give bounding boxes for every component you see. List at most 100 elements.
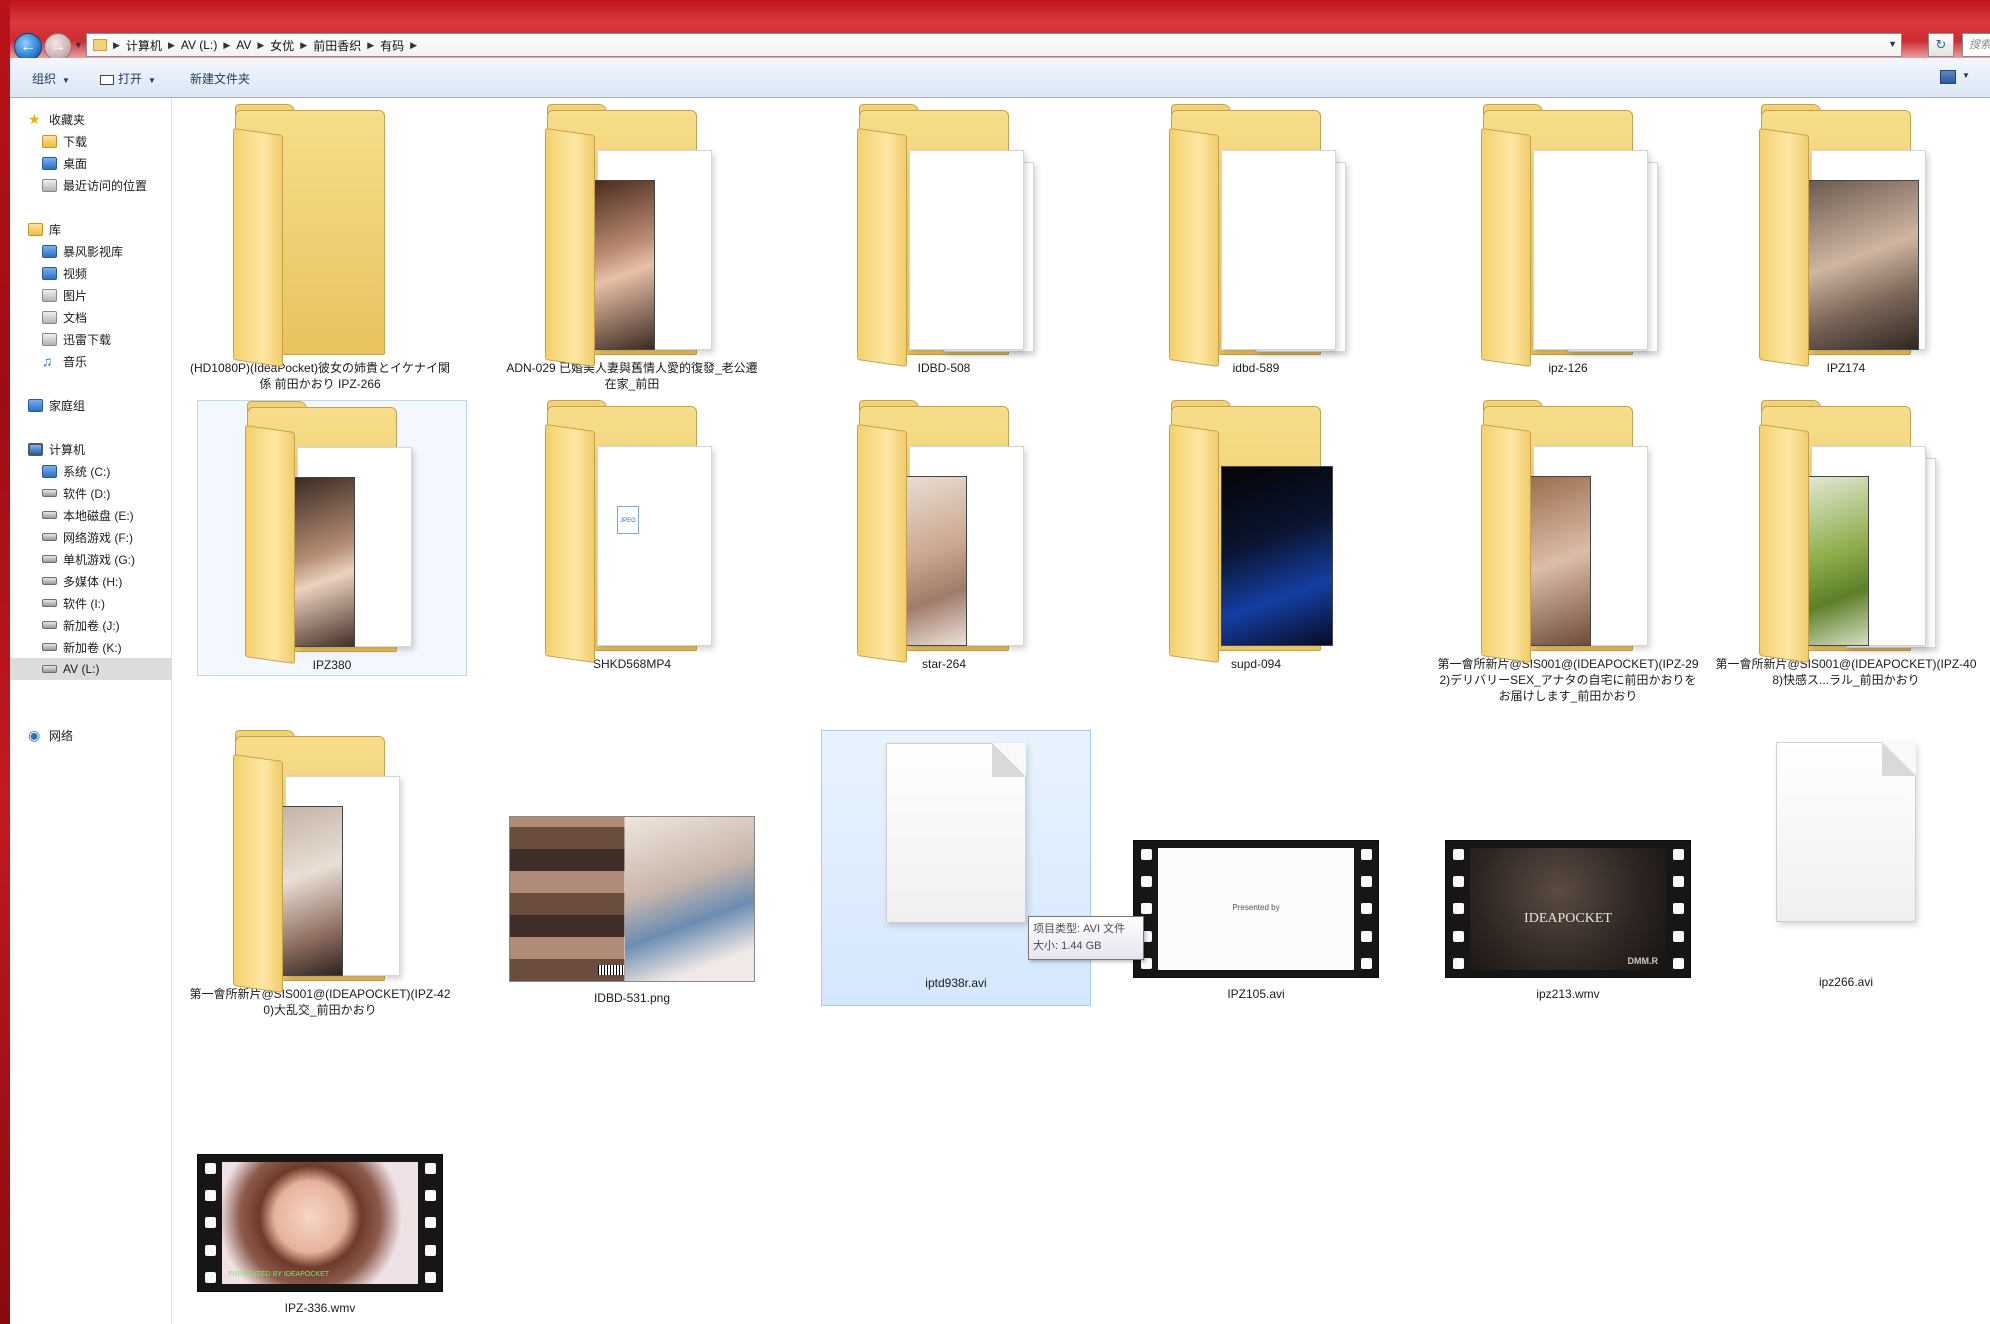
nav-drive-l[interactable]: AV (L:) [10,658,172,680]
nav-computer[interactable]: 计算机 [10,438,172,460]
documents-icon [42,310,57,324]
recent-pages-dropdown-icon[interactable]: ▼ [74,40,84,50]
nav-drive-h[interactable]: 多媒体 (H:) [10,570,172,592]
folder-icon [849,104,1039,368]
nav-label: 网络游戏 (F:) [63,530,133,545]
nav-desktop[interactable]: 桌面 [10,152,172,174]
folder-item[interactable]: supd-094 [1121,400,1391,672]
nav-label: 迅雷下载 [63,332,112,347]
nav-homegroup[interactable]: 家庭组 [10,394,172,416]
nav-label: 收藏夹 [49,112,86,127]
breadcrumb-drive[interactable]: AV (L:) [175,38,223,52]
item-name: ipz213.wmv [1536,987,1600,1001]
thunder-downloads-icon [42,332,57,346]
video-file-item[interactable]: PRESENTED BY IDEAPOCKET IPZ-336.wmv [185,1154,455,1316]
organize-button[interactable]: 组织 ▼ [32,70,70,87]
homegroup-icon [28,398,43,412]
nav-drive-j[interactable]: 新加卷 (J:) [10,614,172,636]
refresh-button[interactable]: ↻ [1928,33,1954,57]
address-history-dropdown-icon[interactable]: ▼ [1888,39,1897,49]
chevron-right-icon[interactable]: ▶ [113,40,120,51]
file-item-selected[interactable]: iptd938r.avi [821,730,1091,1006]
breadcrumb-av[interactable]: AV [230,38,257,52]
chevron-right-icon[interactable]: ▶ [410,40,417,51]
folder-icon [1161,400,1351,664]
nav-label: 软件 (I:) [63,596,105,611]
nav-thunder-downloads[interactable]: 迅雷下载 [10,328,172,350]
video-file-item[interactable]: Presented by IPZ105.avi [1121,840,1391,1002]
music-note-icon: ♫ [42,353,53,369]
view-options-dropdown-icon[interactable]: ▼ [1962,71,1970,80]
folder-item[interactable]: 第一會所新片@SIS001@(IDEAPOCKET)(IPZ-292)デリバリー… [1433,400,1703,704]
change-view-icon[interactable] [1940,70,1956,84]
chevron-right-icon[interactable]: ▶ [223,40,230,51]
chevron-right-icon[interactable]: ▶ [257,40,264,51]
folder-icon [849,400,1039,664]
folder-item[interactable]: JPEG SHKD568MP4 [497,400,767,672]
nav-documents[interactable]: 文档 [10,306,172,328]
nav-videos[interactable]: 视频 [10,262,172,284]
new-folder-button[interactable]: 新建文件夹 [190,70,250,87]
image-file-item[interactable]: IDBD-531.png [497,816,767,1006]
nav-drive-e[interactable]: 本地磁盘 (E:) [10,504,172,526]
open-label: 打开 [118,72,143,86]
folder-item[interactable]: IPZ174 [1711,104,1981,376]
nav-downloads[interactable]: 下载 [10,130,172,152]
image-file-icon: JPEG [617,506,639,534]
item-name: IPZ105.avi [1227,987,1285,1001]
search-input[interactable]: 搜索 [1962,33,1990,57]
nav-baofeng-library[interactable]: 暴风影视库 [10,240,172,262]
video-file-item[interactable]: IDEAPOCKET DMM.R ipz213.wmv [1433,840,1703,1002]
folder-item[interactable]: 第一會所新片@SIS001@(IDEAPOCKET)(IPZ-420)大乱交_前… [185,730,455,1018]
nav-drive-c[interactable]: 系统 (C:) [10,460,172,482]
folder-item[interactable]: IPZ380 [197,400,467,676]
drive-icon [42,489,57,497]
back-button[interactable]: ← [14,33,42,61]
nav-label: 视频 [63,266,88,281]
nav-drive-g[interactable]: 单机游戏 (G:) [10,548,172,570]
nav-network[interactable]: ◉ 网络 [10,724,172,746]
nav-favorites[interactable]: ★ 收藏夹 [10,108,172,130]
folder-icon [225,104,415,368]
folder-item[interactable]: idbd-589 [1121,104,1391,376]
address-bar[interactable]: ▶ 计算机 ▶ AV (L:) ▶ AV ▶ 女优 ▶ 前田香织 ▶ 有码 ▶ … [86,33,1902,57]
breadcrumb-actress[interactable]: 前田香织 [307,37,367,54]
chevron-right-icon[interactable]: ▶ [367,40,374,51]
videos-icon [42,266,57,280]
nav-label: 文档 [63,310,88,325]
folder-item[interactable]: IDBD-508 [809,104,1079,376]
nav-drive-i[interactable]: 软件 (I:) [10,592,172,614]
desktop-icon [42,156,57,170]
pictures-icon [42,288,57,302]
breadcrumb-current[interactable]: 有码 [374,37,410,54]
item-name: SHKD568MP4 [592,657,672,671]
drive-icon [42,533,57,541]
nav-drive-f[interactable]: 网络游戏 (F:) [10,526,172,548]
nav-recent-places[interactable]: 最近访问的位置 [10,174,172,196]
item-name: 第一會所新片@SIS001@(IDEAPOCKET)(IPZ-408)快感ス..… [1715,657,1977,687]
cover-thumbnail [1807,476,1869,646]
folder-item[interactable]: ipz-126 [1433,104,1703,376]
folder-item[interactable]: ADN-029 已婚美人妻與舊情人愛的復發_老公遷在家_前田 [497,104,767,392]
nav-music[interactable]: ♫ 音乐 [10,350,172,372]
chevron-right-icon[interactable]: ▶ [168,40,175,51]
video-library-icon [42,244,57,258]
chevron-right-icon[interactable]: ▶ [300,40,307,51]
breadcrumb-computer[interactable]: 计算机 [120,37,168,54]
item-name: ipz-126 [1548,361,1588,375]
breadcrumb-actresses[interactable]: 女优 [264,37,300,54]
open-button[interactable]: 打开 ▼ [100,70,156,87]
folder-item[interactable]: (HD1080P)(IdeaPocket)彼女の姉貴とイケナイ関係 前田かおり … [185,104,455,392]
thumbnail-caption: IDEAPOCKET [1524,911,1612,927]
nav-drive-k[interactable]: 新加卷 (K:) [10,636,172,658]
nav-libraries[interactable]: 库 [10,218,172,240]
folder-item[interactable]: star-264 [809,400,1079,672]
thumbnail-caption: Presented by [1232,902,1280,912]
nav-pictures[interactable]: 图片 [10,284,172,306]
nav-label: 家庭组 [49,398,86,413]
forward-button[interactable]: → [44,33,72,61]
cover-thumbnail [593,180,655,350]
folder-item[interactable]: 第一會所新片@SIS001@(IDEAPOCKET)(IPZ-408)快感ス..… [1711,400,1981,688]
file-item[interactable]: ipz266.avi [1711,730,1981,990]
nav-drive-d[interactable]: 软件 (D:) [10,482,172,504]
